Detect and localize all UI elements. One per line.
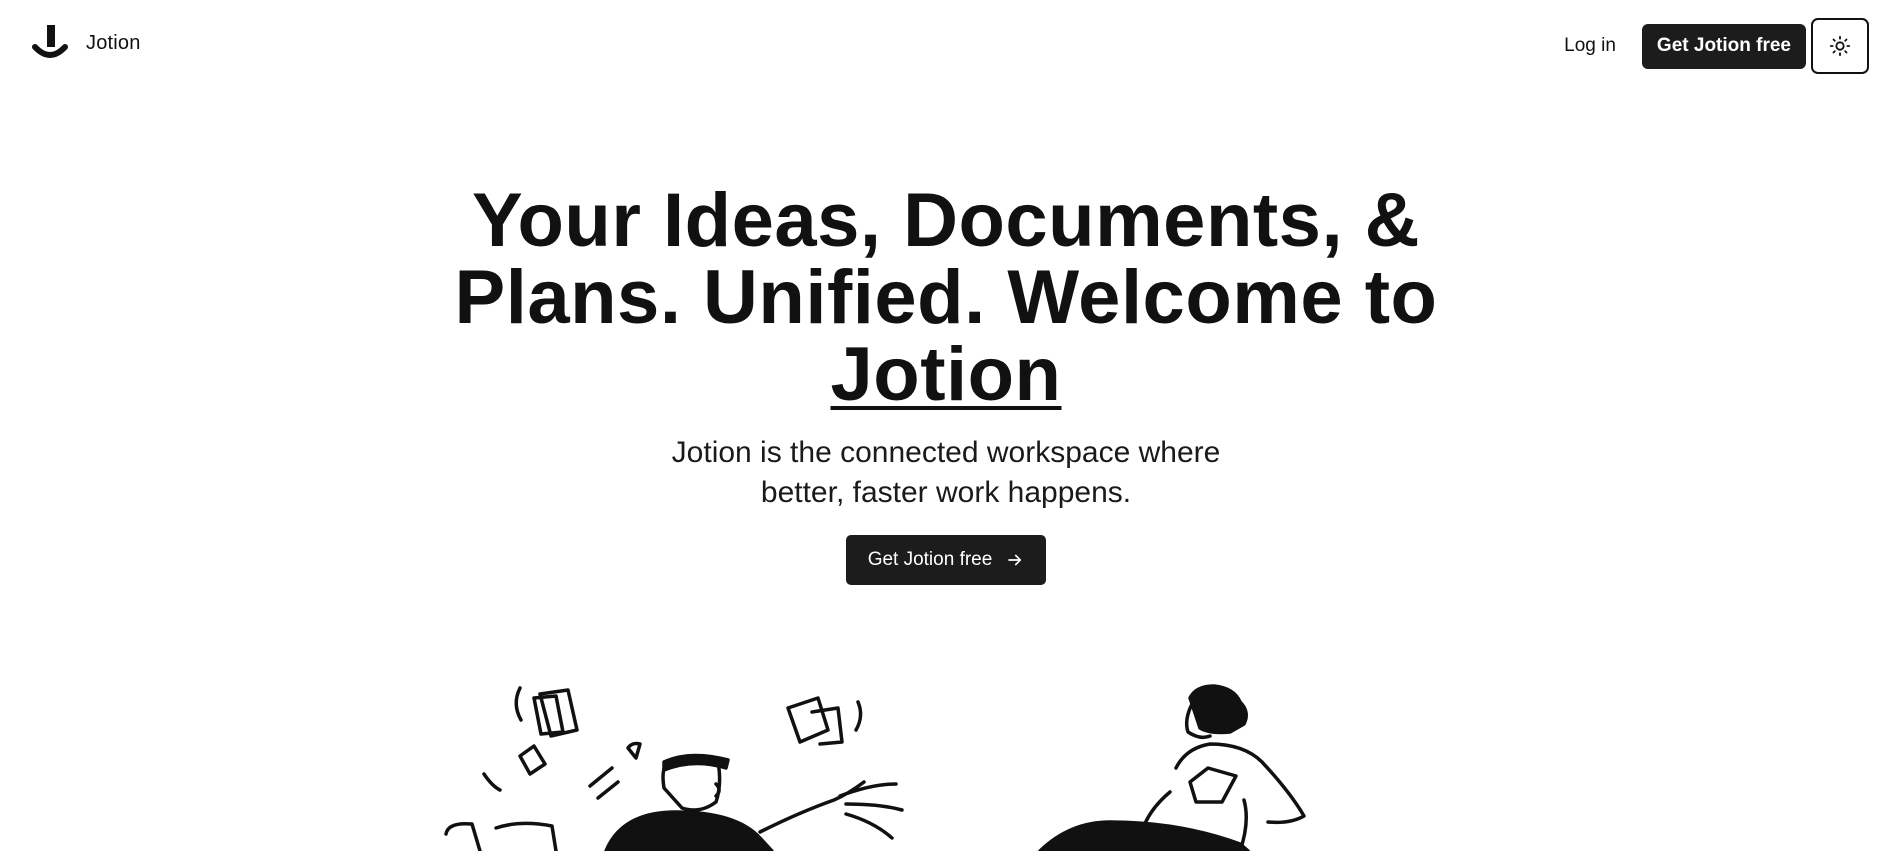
brand-name: Jotion	[86, 31, 141, 54]
hero-section: Your Ideas, Documents, & Plans. Unified.…	[0, 182, 1892, 585]
theme-toggle-button[interactable]	[1811, 18, 1869, 74]
hero-subheading: Jotion is the connected workspace where …	[671, 436, 1221, 509]
get-jotion-free-button[interactable]: Get Jotion free	[1641, 23, 1806, 69]
login-button[interactable]: Log in	[1548, 24, 1632, 68]
hero-headline: Your Ideas, Documents, & Plans. Unified.…	[446, 182, 1446, 413]
right-illustration-reading-person	[1038, 684, 1306, 851]
headline-text: Your Ideas, Documents, & Plans. Unified.…	[454, 178, 1438, 340]
sun-icon	[1829, 35, 1851, 57]
left-illustration-person-with-papers	[444, 686, 904, 851]
jotion-logo-icon	[32, 25, 68, 58]
nav-actions: Log in Get Jotion free	[1548, 18, 1869, 74]
hero-get-jotion-free-button[interactable]: Get Jotion free	[845, 535, 1047, 585]
hero-illustrations	[444, 684, 1306, 851]
headline-brand-word: Jotion	[830, 332, 1062, 417]
brand[interactable]: Jotion	[32, 22, 141, 64]
top-navbar: Jotion Log in Get Jotion free	[0, 0, 1892, 86]
hero-cta-label: Get Jotion free	[867, 549, 993, 570]
arrow-right-icon	[1008, 554, 1022, 566]
